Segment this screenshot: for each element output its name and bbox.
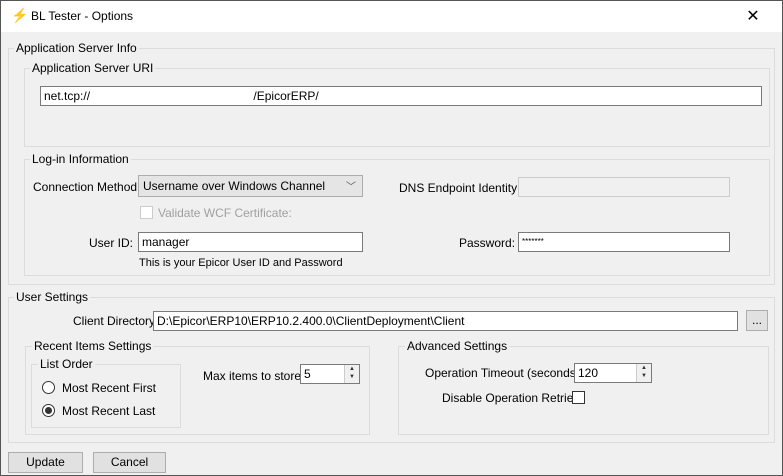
spinner-arrows-icon[interactable]: ▲ ▼ — [344, 365, 359, 383]
connection-method-select[interactable]: Username over Windows Channel ﹀ — [138, 175, 363, 197]
operation-timeout-label: Operation Timeout (seconds): — [425, 366, 584, 380]
password-input[interactable]: ******* — [518, 232, 730, 252]
list-order-group — [31, 364, 181, 428]
application-server-uri-legend: Application Server URI — [30, 61, 156, 75]
validate-wcf-checkbox[interactable] — [140, 206, 153, 219]
client-directory-label: Client Directory: — [73, 314, 159, 328]
application-server-uri-group — [24, 68, 770, 147]
client-directory-input[interactable]: D:\Epicor\ERP10\ERP10.2.400.0\ClientDepl… — [153, 311, 738, 331]
most-recent-last-label: Most Recent Last — [62, 404, 156, 418]
application-server-info-legend: Application Server Info — [14, 41, 139, 55]
dns-endpoint-input[interactable] — [518, 177, 730, 197]
most-recent-first-label: Most Recent First — [62, 381, 157, 395]
connection-method-value: Username over Windows Channel — [143, 179, 326, 193]
max-items-label: Max items to store: — [203, 369, 305, 383]
lightning-app-icon: ⚡ — [11, 7, 29, 23]
most-recent-last-radio[interactable] — [42, 404, 55, 417]
validate-wcf-label: Validate WCF Certificate: — [158, 206, 292, 220]
operation-timeout-spinner[interactable]: 120 ▲ ▼ — [574, 363, 652, 383]
user-id-input[interactable]: manager — [138, 232, 363, 252]
disable-retries-checkbox[interactable] — [572, 391, 585, 404]
user-settings-legend: User Settings — [14, 290, 91, 304]
list-order-legend: List Order — [38, 357, 95, 371]
login-information-legend: Log-in Information — [30, 152, 131, 166]
advanced-settings-legend: Advanced Settings — [405, 339, 510, 353]
recent-items-legend: Recent Items Settings — [32, 339, 154, 353]
max-items-spinner[interactable]: 5 ▲ ▼ — [300, 364, 360, 384]
browse-button[interactable]: ... — [746, 310, 768, 331]
operation-timeout-value: 120 — [578, 366, 599, 380]
disable-retries-label: Disable Operation Retries: — [442, 391, 583, 405]
server-uri-input[interactable]: net.tcp:// /EpicorERP/ — [40, 86, 762, 106]
dns-endpoint-label: DNS Endpoint Identity: — [399, 181, 521, 195]
chevron-down-icon: ﹀ — [346, 182, 356, 193]
cancel-button[interactable]: Cancel — [93, 452, 166, 473]
spinner-arrows-icon[interactable]: ▲ ▼ — [636, 364, 651, 382]
window-title: BL Tester - Options — [31, 9, 134, 23]
update-button[interactable]: Update — [8, 452, 83, 473]
close-icon[interactable]: ✕ — [739, 5, 767, 29]
user-id-label: User ID: — [89, 236, 134, 250]
most-recent-first-radio[interactable] — [42, 381, 55, 394]
login-hint: This is your Epicor User ID and Password — [139, 257, 343, 269]
password-label: Password: — [459, 236, 516, 250]
connection-method-label: Connection Method: — [33, 180, 141, 194]
max-items-value: 5 — [304, 367, 311, 381]
title-bar: ⚡ BL Tester - Options ✕ — [1, 1, 782, 32]
